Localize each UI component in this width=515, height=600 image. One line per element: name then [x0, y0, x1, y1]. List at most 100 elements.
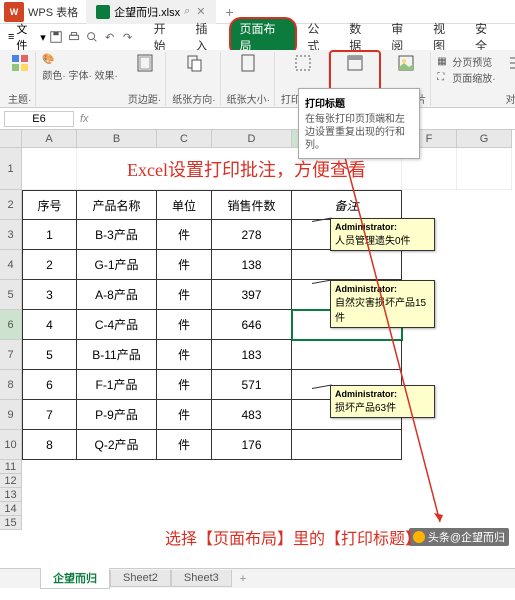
cell[interactable]: B-3产品 — [77, 220, 157, 250]
qat-preview-icon[interactable] — [84, 29, 100, 45]
cell[interactable]: 7 — [22, 400, 77, 430]
cell[interactable]: 件 — [157, 310, 212, 340]
cell[interactable]: 2 — [22, 250, 77, 280]
cell[interactable]: P-9产品 — [77, 400, 157, 430]
row-header-12[interactable]: 12 — [0, 474, 22, 488]
row-header-15[interactable]: 15 — [0, 516, 22, 530]
file-menu[interactable]: ≡ 文件 ▾ — [8, 21, 46, 53]
ribbon-align[interactable]: 对齐· — [502, 52, 515, 106]
cell[interactable]: 183 — [212, 340, 292, 370]
sheet-tab[interactable]: Sheet3 — [171, 570, 232, 587]
cell[interactable]: Q-2产品 — [77, 430, 157, 460]
row-header-5[interactable]: 5 — [0, 280, 22, 310]
header-unit[interactable]: 单位 — [157, 190, 212, 220]
row-header-6[interactable]: 6 — [0, 310, 22, 340]
cell[interactable]: 1 — [22, 220, 77, 250]
add-sheet-button[interactable]: + — [232, 573, 254, 585]
comment-box[interactable]: Administrator: 自然灾害损坏产品15件 — [330, 280, 435, 328]
papersize-icon — [237, 52, 259, 74]
header-note[interactable]: 备注 — [292, 190, 402, 220]
col-header-D[interactable]: D — [212, 130, 292, 148]
ribbon-pageview-group[interactable]: ▦分页预览 ⛶页面缩放· — [433, 52, 499, 87]
ribbon: 主题· 🎨 颜色· 字体· 效果· 页边距· 纸张方向· 纸张大小· 打印区域·… — [0, 50, 515, 108]
cell[interactable]: 5 — [22, 340, 77, 370]
cell[interactable]: G-1产品 — [77, 250, 157, 280]
cell[interactable]: A-8产品 — [77, 280, 157, 310]
cell[interactable]: 397 — [212, 280, 292, 310]
row-header-14[interactable]: 14 — [0, 502, 22, 516]
row-header-2[interactable]: 2 — [0, 190, 22, 220]
formula-bar: fx — [0, 108, 515, 130]
sheet-tab[interactable]: Sheet2 — [110, 570, 171, 587]
xlsx-icon — [96, 5, 110, 19]
col-header-G[interactable]: G — [457, 130, 512, 148]
cell[interactable]: 件 — [157, 430, 212, 460]
qat-print-icon[interactable] — [66, 29, 82, 45]
cell[interactable]: 件 — [157, 250, 212, 280]
cell[interactable]: 6 — [22, 370, 77, 400]
row-header-13[interactable]: 13 — [0, 488, 22, 502]
cell[interactable]: 571 — [212, 370, 292, 400]
ribbon-font-group[interactable]: 🎨 颜色· 字体· 效果· — [38, 52, 122, 84]
ribbon-margin[interactable]: 页边距· — [124, 52, 166, 106]
printtitle-icon — [344, 52, 366, 74]
header-name[interactable]: 产品名称 — [77, 190, 157, 220]
row-header-4[interactable]: 4 — [0, 250, 22, 280]
select-all-corner[interactable] — [0, 130, 22, 148]
cell[interactable]: 8 — [22, 430, 77, 460]
cell[interactable]: 件 — [157, 280, 212, 310]
cell[interactable]: 件 — [157, 370, 212, 400]
cell[interactable]: F-1产品 — [77, 370, 157, 400]
qat-redo-icon[interactable]: ↷ — [120, 29, 136, 45]
cell[interactable]: 483 — [212, 400, 292, 430]
ribbon-size[interactable]: 纸张大小· — [223, 52, 275, 106]
cell[interactable]: 件 — [157, 340, 212, 370]
col-header-A[interactable]: A — [22, 130, 77, 148]
header-seq[interactable]: 序号 — [22, 190, 77, 220]
cell[interactable]: 646 — [212, 310, 292, 340]
col-header-B[interactable]: B — [77, 130, 157, 148]
cell-grid: Excel设置打印批注，方便查看 序号 产品名称 单位 销售件数 备注 1B-3… — [22, 148, 512, 460]
chevron-down-icon: ▾ — [40, 31, 46, 44]
cell[interactable]: 4 — [22, 310, 77, 340]
sheet-tab-active[interactable]: 企望而归 — [40, 568, 110, 589]
align-icon — [506, 52, 515, 74]
cell[interactable]: 138 — [212, 250, 292, 280]
row-header-7[interactable]: 7 — [0, 340, 22, 370]
row-header-8[interactable]: 8 — [0, 370, 22, 400]
app-name: WPS 表格 — [28, 4, 78, 20]
cell[interactable]: 176 — [212, 430, 292, 460]
cell[interactable]: 件 — [157, 400, 212, 430]
ribbon-orientation[interactable]: 纸张方向· — [168, 52, 220, 106]
cell[interactable] — [22, 148, 77, 190]
worksheet[interactable]: A B C D E F G 1 2 3 4 5 6 7 8 9 10 11 12… — [0, 130, 515, 568]
comment-box[interactable]: Administrator: 人员管理遗失0件 — [330, 218, 435, 251]
cell[interactable]: C-4产品 — [77, 310, 157, 340]
header-qty[interactable]: 销售件数 — [212, 190, 292, 220]
row-header-11[interactable]: 11 — [0, 460, 22, 474]
qat-save-icon[interactable] — [48, 29, 64, 45]
row-header-3[interactable]: 3 — [0, 220, 22, 250]
cell[interactable] — [292, 340, 402, 370]
col-header-C[interactable]: C — [157, 130, 212, 148]
watermark: 头条@企望而归 — [409, 528, 509, 546]
row-header-10[interactable]: 10 — [0, 430, 22, 460]
cell[interactable] — [292, 430, 402, 460]
theme-icon — [9, 52, 31, 74]
cell[interactable]: 278 — [212, 220, 292, 250]
cell[interactable] — [457, 148, 512, 190]
comment-box[interactable]: Administrator: 损坏产品63件 — [330, 385, 435, 418]
cell[interactable]: 3 — [22, 280, 77, 310]
row-header-9[interactable]: 9 — [0, 400, 22, 430]
qat-undo-icon[interactable]: ↶ — [102, 29, 118, 45]
annotation-text: 选择【页面布局】里的【打印标题】 — [165, 525, 421, 549]
cell[interactable]: 件 — [157, 220, 212, 250]
row-header-1[interactable]: 1 — [0, 148, 22, 190]
print-title-tooltip: 打印标题 在每张打印页顶端和左边设置重复出现的行和列。 — [298, 88, 420, 159]
tooltip-title: 打印标题 — [305, 95, 413, 110]
name-box[interactable] — [4, 111, 74, 127]
fx-icon[interactable]: fx — [80, 113, 89, 125]
cell[interactable]: B-11产品 — [77, 340, 157, 370]
ribbon-theme-group[interactable]: 主题· — [4, 52, 36, 106]
cell[interactable] — [292, 250, 402, 280]
